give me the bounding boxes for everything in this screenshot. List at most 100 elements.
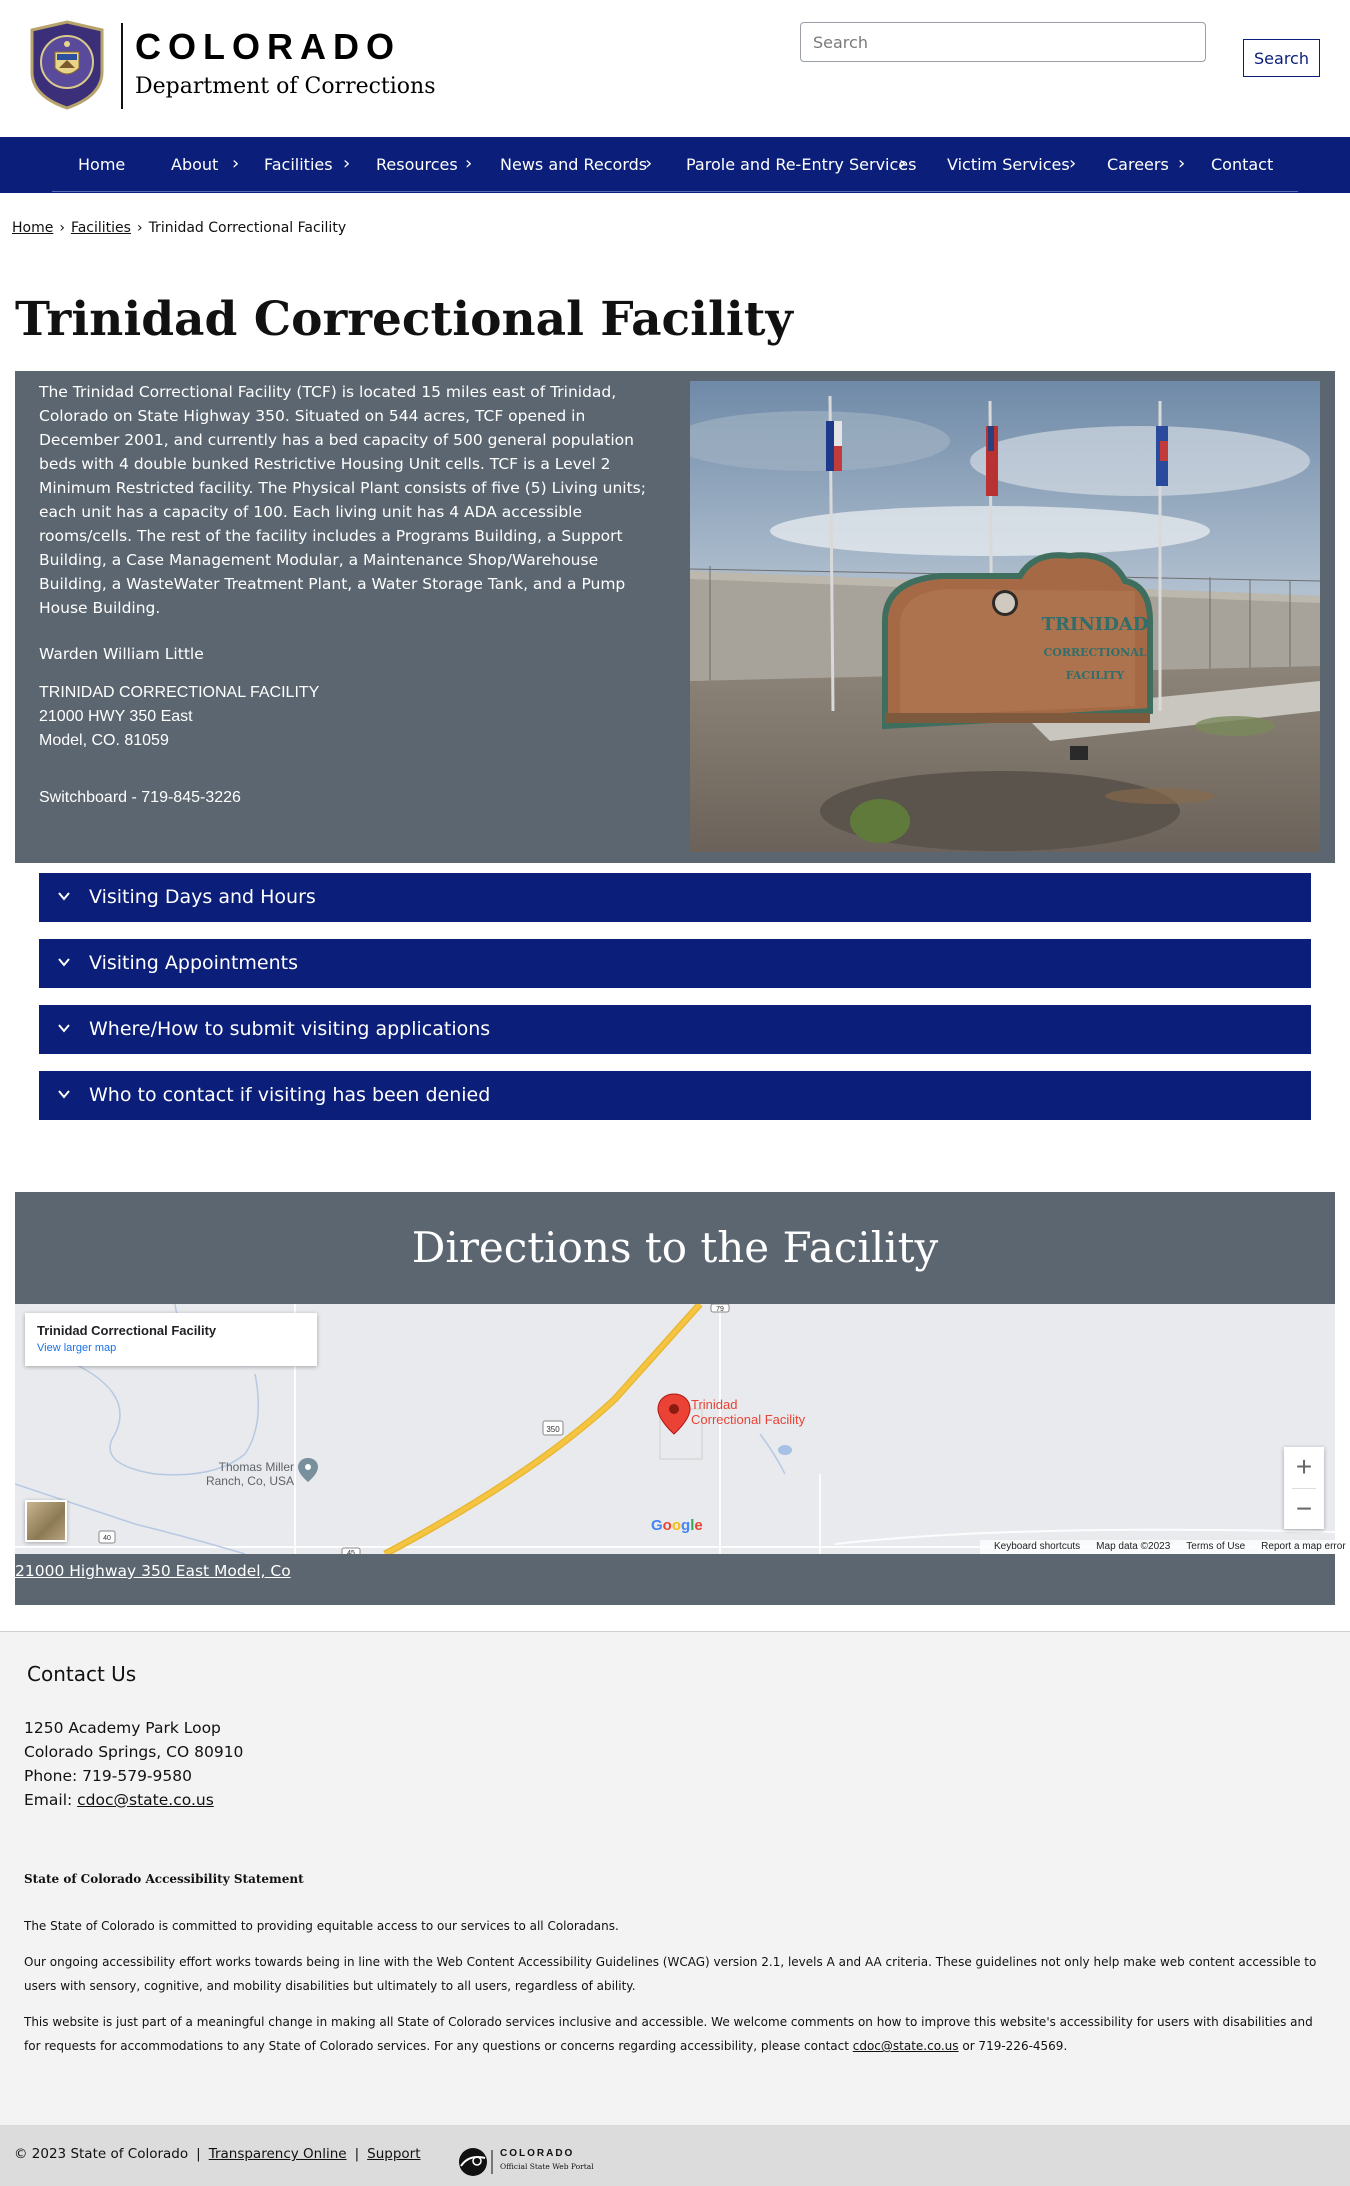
sign-text: FACILITY <box>1066 669 1125 682</box>
google-logo-letter: G <box>651 1517 663 1534</box>
footer-separator: | <box>354 2146 360 2162</box>
accordion-visiting-denied-contact[interactable]: Who to contact if visiting has been deni… <box>39 1071 1311 1120</box>
chevron-right-icon[interactable]: › <box>899 137 906 193</box>
nav-item-resources[interactable]: Resources <box>376 137 458 193</box>
address-line: Model, CO. 81059 <box>39 732 169 749</box>
page-title: Trinidad Correctional Facility <box>15 292 793 347</box>
accessibility-paragraph: Our ongoing accessibility effort works t… <box>24 1955 1317 1993</box>
contact-address-line: Colorado Springs, CO 80910 <box>24 1743 244 1761</box>
accordion-label: Visiting Days and Hours <box>89 886 316 908</box>
breadcrumb: Home › Facilities › Trinidad Correctional Fa… <box>12 220 346 236</box>
route-shield: 350 <box>546 1425 560 1434</box>
brand-divider <box>121 23 123 109</box>
brand-subtitle[interactable]: Department of Corrections <box>135 74 436 99</box>
chevron-right-icon[interactable]: › <box>645 137 652 193</box>
accordion-visiting-appointments[interactable]: Visiting Appointments <box>39 939 1311 988</box>
breadcrumb-facilities-link[interactable]: Facilities <box>71 220 131 236</box>
nav-item-victim-services[interactable]: Victim Services <box>947 137 1070 193</box>
sign-text: CORRECTIONAL <box>1044 646 1147 659</box>
accessibility-email-link[interactable]: cdoc@state.co.us <box>853 2039 959 2053</box>
accordion-label: Visiting Appointments <box>89 952 299 974</box>
map-marker-label: Trinidad <box>691 1397 737 1412</box>
facility-address: TRINIDAD CORRECTIONAL FACILITY 21000 HWY… <box>39 681 319 753</box>
address-line: TRINIDAD CORRECTIONAL FACILITY <box>39 684 320 701</box>
nav-item-home[interactable]: Home <box>78 137 125 193</box>
brand-title[interactable]: COLORADO <box>135 26 401 68</box>
copyright-text: © 2023 State of Colorado <box>14 2146 189 2162</box>
breadcrumb-home-link[interactable]: Home <box>12 220 53 236</box>
contact-phone: Phone: 719-579-9580 <box>24 1767 192 1785</box>
colorado-doc-seal-logo[interactable] <box>28 20 106 110</box>
map-attribution: Keyboard shortcuts Map data ©2023 Terms of… <box>980 1540 1350 1554</box>
zoom-in-button[interactable]: + <box>1284 1447 1324 1487</box>
chevron-right-icon[interactable]: › <box>1178 137 1185 193</box>
transparency-online-link[interactable]: Transparency Online <box>209 2146 347 2162</box>
report-map-error-link[interactable]: Report a map error <box>1261 1541 1345 1552</box>
keyboard-shortcuts-link[interactable]: Keyboard shortcuts <box>994 1541 1080 1552</box>
breadcrumb-current: Trinidad Correctional Facility <box>148 220 347 236</box>
map-info-card: Trinidad Correctional Facility View larg… <box>25 1313 317 1366</box>
nav-item-news-records[interactable]: News and Records <box>500 137 647 193</box>
accessibility-text: This website is just part of a meaningfu… <box>24 2015 1313 2053</box>
contact-email-label: Email: <box>24 1791 78 1809</box>
breadcrumb-separator: › <box>59 220 65 236</box>
chevron-down-icon <box>58 1024 70 1033</box>
site-header <box>0 0 1350 137</box>
route-shield: 79 <box>716 1306 724 1313</box>
chevron-right-icon[interactable]: › <box>232 137 239 193</box>
breadcrumb-separator: › <box>136 220 143 236</box>
search-button[interactable]: Search <box>1243 39 1320 77</box>
chevron-down-icon <box>58 1090 70 1099</box>
map-marker-label: Correctional Facility <box>691 1412 806 1427</box>
accessibility-title: State of Colorado Accessibility Statemen… <box>24 1872 304 1886</box>
view-larger-map-link[interactable]: View larger map <box>37 1342 116 1354</box>
nav-item-careers[interactable]: Careers <box>1107 137 1169 193</box>
chevron-right-icon[interactable]: › <box>343 137 350 193</box>
footer-separator: | <box>196 2146 201 2162</box>
chevron-right-icon[interactable]: › <box>465 137 472 193</box>
accessibility-text: or 719-226-4569. <box>958 2039 1068 2053</box>
nav-item-facilities[interactable]: Facilities <box>264 137 333 193</box>
nav-item-about[interactable]: About <box>171 137 218 193</box>
google-logo-letter: g <box>681 1517 691 1534</box>
map-place-label: Thomas Miller <box>219 1460 294 1474</box>
chevron-down-icon <box>58 958 70 967</box>
map-card-title: Trinidad Correctional Facility <box>37 1323 217 1338</box>
street-view-thumbnail[interactable] <box>25 1500 67 1542</box>
map-zoom-control: + − <box>1284 1447 1324 1529</box>
contact-address-line: 1250 Academy Park Loop <box>24 1719 221 1737</box>
accordion-submit-visiting-applications[interactable]: Where/How to submit visiting application… <box>39 1005 1311 1054</box>
accessibility-paragraph: This website is just part of a meaningfu… <box>24 2010 1324 2058</box>
map-data-text: Map data ©2023 <box>1096 1541 1171 1552</box>
contact-title: Contact Us <box>27 1662 137 1686</box>
terms-of-use-link[interactable]: Terms of Use <box>1186 1541 1245 1552</box>
switchboard-phone: Switchboard - 719-845-3226 <box>39 789 241 806</box>
google-logo: Google <box>651 1517 703 1534</box>
route-shield: 40 <box>103 1535 111 1542</box>
address-line: 21000 HWY 350 East <box>39 708 193 725</box>
accessibility-paragraph: The State of Colorado is committed to pr… <box>24 1919 619 1933</box>
accordion-label: Where/How to submit visiting application… <box>89 1018 491 1040</box>
contact-info: 1250 Academy Park Loop Colorado Springs,… <box>24 1716 243 1812</box>
contact-email-link[interactable]: cdoc@state.co.us <box>77 1791 214 1809</box>
map-address-link[interactable]: 21000 Highway 350 East Model, Co <box>15 1562 291 1580</box>
chevron-down-icon <box>58 892 70 901</box>
zoom-out-button[interactable]: − <box>1284 1489 1324 1529</box>
nav-item-contact[interactable]: Contact <box>1211 137 1273 193</box>
google-logo-letter: o <box>662 1517 672 1534</box>
google-logo-letter: o <box>671 1517 682 1534</box>
warden-name: Warden William Little <box>39 645 204 663</box>
google-logo-letter: e <box>694 1517 703 1534</box>
search-input[interactable] <box>800 22 1206 62</box>
footer-links: © 2023 State of Colorado | Transparency On… <box>14 2146 421 2162</box>
contact-email-row: Email: cdoc@state.co.us <box>24 1788 243 1812</box>
nav-item-parole-reentry[interactable]: Parole and Re-Entry Services <box>686 137 916 193</box>
map-place-label: Ranch, Co, USA <box>206 1474 294 1488</box>
accordion-visiting-days-hours[interactable]: Visiting Days and Hours <box>39 873 1311 922</box>
chevron-right-icon[interactable]: › <box>1069 137 1076 193</box>
support-link[interactable]: Support <box>367 2146 420 2162</box>
directions-title: Directions to the Facility <box>411 1223 939 1272</box>
accordion-label: Who to contact if visiting has been deni… <box>89 1084 491 1106</box>
facility-entrance-photo: TRINIDAD CORRECTIONAL FACILITY <box>690 381 1320 852</box>
sign-text: TRINIDAD <box>1042 614 1149 635</box>
